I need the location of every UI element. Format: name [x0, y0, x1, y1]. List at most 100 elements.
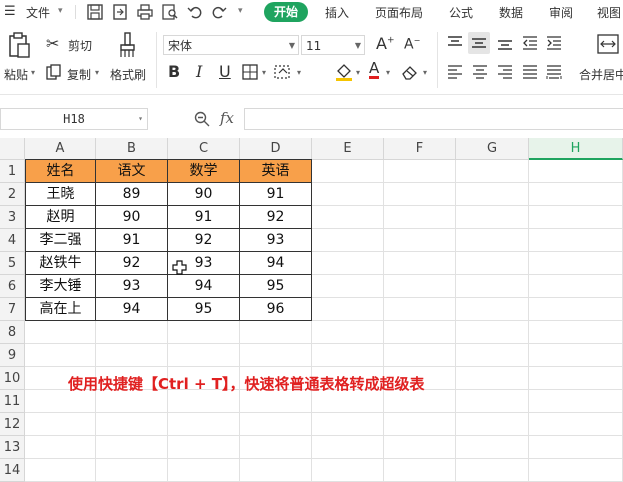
table-cell[interactable]: 94 [168, 275, 240, 298]
tab-data[interactable]: 数据 [499, 4, 523, 21]
font-size-select[interactable]: 11 ▼ [301, 35, 365, 55]
chevron-down-icon[interactable]: ▾ [58, 6, 63, 16]
cell[interactable] [529, 436, 623, 459]
cell[interactable] [96, 413, 168, 436]
cell[interactable] [240, 321, 312, 344]
row-header-8[interactable]: 8 [0, 321, 25, 344]
row-header-13[interactable]: 13 [0, 436, 25, 459]
cell[interactable] [456, 321, 529, 344]
table-cell[interactable]: 赵铁牛 [25, 252, 96, 275]
cell[interactable] [456, 367, 529, 390]
scissors-icon[interactable]: ✂ [46, 34, 59, 53]
cell[interactable] [456, 206, 529, 229]
cell[interactable] [529, 459, 623, 482]
column-header-e[interactable]: E [312, 138, 384, 160]
column-header-h[interactable]: H [529, 138, 623, 160]
table-cell[interactable]: 94 [240, 252, 312, 275]
chevron-down-icon[interactable]: ▾ [95, 68, 99, 77]
cell[interactable] [312, 275, 384, 298]
cell[interactable] [96, 459, 168, 482]
table-cell[interactable]: 李二强 [25, 229, 96, 252]
table-cell[interactable]: 95 [168, 298, 240, 321]
cell[interactable] [168, 344, 240, 367]
cell[interactable] [384, 206, 456, 229]
print-icon[interactable] [136, 3, 154, 21]
paste-button[interactable]: 粘贴 [4, 66, 28, 83]
cell[interactable] [96, 436, 168, 459]
cell[interactable] [456, 390, 529, 413]
cell[interactable] [456, 160, 529, 183]
tab-view[interactable]: 视图 [597, 4, 621, 21]
cell[interactable] [96, 321, 168, 344]
cell[interactable] [312, 252, 384, 275]
print-preview-icon[interactable] [161, 3, 179, 21]
cell[interactable] [529, 229, 623, 252]
table-cell[interactable]: 92 [168, 229, 240, 252]
cell[interactable] [312, 321, 384, 344]
table-cell[interactable]: 93 [96, 275, 168, 298]
zoom-icon[interactable] [194, 111, 210, 127]
row-header-5[interactable]: 5 [0, 252, 25, 275]
cell[interactable] [312, 459, 384, 482]
table-cell[interactable]: 93 [240, 229, 312, 252]
column-header-c[interactable]: C [168, 138, 240, 160]
table-header-cell[interactable]: 姓名 [25, 160, 96, 183]
export-icon[interactable] [111, 3, 129, 21]
cell[interactable] [312, 160, 384, 183]
table-cell[interactable]: 91 [96, 229, 168, 252]
cell[interactable] [529, 367, 623, 390]
select-all-corner[interactable] [0, 138, 25, 160]
cell[interactable] [384, 459, 456, 482]
cell[interactable] [25, 321, 96, 344]
row-header-11[interactable]: 11 [0, 390, 25, 413]
table-cell[interactable]: 赵明 [25, 206, 96, 229]
cell[interactable] [25, 344, 96, 367]
merge-center-icon[interactable] [597, 34, 619, 54]
cell[interactable] [384, 229, 456, 252]
row-header-6[interactable]: 6 [0, 275, 25, 298]
menu-file[interactable]: 文件 [26, 4, 50, 21]
increase-font-icon[interactable]: A+ [376, 34, 395, 53]
copy-icon[interactable] [46, 64, 62, 80]
chevron-down-icon[interactable]: ▾ [297, 68, 301, 77]
cell[interactable] [384, 252, 456, 275]
row-header-12[interactable]: 12 [0, 413, 25, 436]
table-header-cell[interactable]: 英语 [240, 160, 312, 183]
cell[interactable] [168, 321, 240, 344]
cut-button[interactable]: 剪切 [68, 37, 92, 54]
table-cell[interactable]: 89 [96, 183, 168, 206]
cell[interactable] [456, 413, 529, 436]
italic-icon[interactable]: I [196, 62, 202, 81]
paste-icon[interactable] [8, 32, 30, 58]
bold-icon[interactable]: B [168, 62, 180, 81]
table-header-cell[interactable]: 数学 [168, 160, 240, 183]
cell[interactable] [529, 183, 623, 206]
cell[interactable] [384, 298, 456, 321]
row-header-4[interactable]: 4 [0, 229, 25, 252]
cell[interactable] [168, 459, 240, 482]
cell[interactable] [456, 459, 529, 482]
cell[interactable] [168, 413, 240, 436]
table-cell[interactable]: 90 [96, 206, 168, 229]
copy-button[interactable]: 复制 [67, 66, 91, 83]
cell[interactable] [312, 413, 384, 436]
format-painter-button[interactable]: 格式刷 [110, 66, 146, 83]
table-cell[interactable]: 90 [168, 183, 240, 206]
column-header-b[interactable]: B [96, 138, 168, 160]
cell[interactable] [168, 436, 240, 459]
cell[interactable] [240, 344, 312, 367]
tab-page-layout[interactable]: 页面布局 [375, 4, 423, 21]
cell[interactable] [25, 459, 96, 482]
fill-pattern-icon[interactable] [274, 64, 292, 80]
row-header-14[interactable]: 14 [0, 459, 25, 482]
cell[interactable] [384, 160, 456, 183]
cell[interactable] [529, 413, 623, 436]
chevron-down-icon[interactable]: ▾ [238, 6, 243, 16]
cell[interactable] [529, 160, 623, 183]
table-cell[interactable]: 91 [168, 206, 240, 229]
cell[interactable] [456, 229, 529, 252]
cell[interactable] [456, 252, 529, 275]
cell[interactable] [384, 321, 456, 344]
row-header-7[interactable]: 7 [0, 298, 25, 321]
table-cell[interactable]: 96 [240, 298, 312, 321]
